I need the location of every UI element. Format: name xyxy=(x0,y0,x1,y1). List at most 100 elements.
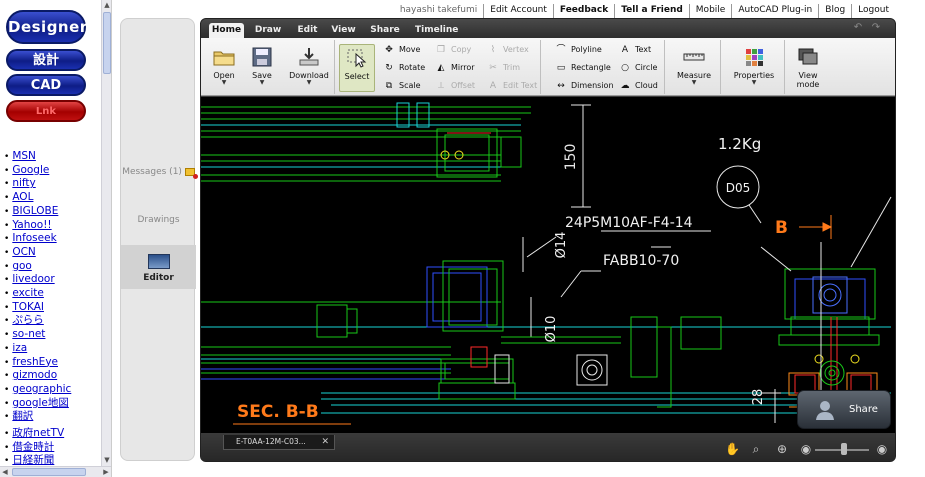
bookmark-link[interactable]: nifty xyxy=(12,177,35,189)
offset-button[interactable]: ⟂ Offset xyxy=(435,79,475,93)
download-button[interactable]: Download ▼ xyxy=(287,44,331,92)
bookmark-list-item: BIGLOBE xyxy=(4,205,100,219)
properties-button[interactable]: Properties ▼ xyxy=(731,44,777,92)
editor-nav-item[interactable]: Editor xyxy=(121,245,196,289)
bookmark-link[interactable]: 借金時計 xyxy=(12,441,54,453)
bookmark-link[interactable]: iza xyxy=(12,342,27,354)
bookmark-link[interactable]: goo xyxy=(12,260,32,272)
bookmark-link[interactable]: 政府netTV xyxy=(12,427,64,439)
text-button[interactable]: A Text xyxy=(619,43,651,57)
vertex-button[interactable]: ⌇ Vertex xyxy=(487,43,529,57)
scroll-up-arrow-icon[interactable]: ▲ xyxy=(102,0,111,10)
trim-button[interactable]: ✂ Trim xyxy=(487,61,520,75)
pan-hand-icon[interactable]: ✋ xyxy=(725,442,740,456)
dimension-150-label: 150 xyxy=(563,144,579,171)
bookmark-link[interactable]: Yahoo!! xyxy=(12,219,51,231)
bookmark-link[interactable]: google地図 xyxy=(12,397,69,409)
undo-icon[interactable]: ↶ xyxy=(853,23,863,33)
rotate-button[interactable]: ↻ Rotate xyxy=(383,61,425,75)
bookmark-link[interactable]: so-net xyxy=(12,328,45,340)
scroll-thumb[interactable] xyxy=(103,12,111,74)
edit-text-button[interactable]: A Edit Text xyxy=(487,79,537,93)
bookmark-link[interactable]: Google xyxy=(12,164,49,176)
tab-share[interactable]: Share xyxy=(369,23,401,38)
left-frame-horizontal-scrollbar[interactable]: ◀ ▶ xyxy=(0,466,111,477)
bookmark-list-item: AOL xyxy=(4,191,100,205)
bookmark-link[interactable]: ぷらら xyxy=(12,314,44,326)
select-button[interactable]: Select xyxy=(339,44,375,92)
bookmark-link[interactable]: AOL xyxy=(12,191,33,203)
bookmark-list-item: freshEye xyxy=(4,356,100,370)
mirror-button[interactable]: ◭ Mirror xyxy=(435,61,475,75)
section-b-label: B xyxy=(775,218,788,238)
move-button[interactable]: ✥ Move xyxy=(383,43,420,57)
trim-label: Trim xyxy=(503,63,521,72)
autocad-plugin-link[interactable]: AutoCAD Plug-in xyxy=(731,4,818,18)
copy-icon: ❐ xyxy=(436,44,446,55)
zoom-out-knob-icon[interactable]: ◉ xyxy=(799,442,813,456)
scroll-left-arrow-icon[interactable]: ◀ xyxy=(0,467,10,477)
bookmark-link[interactable]: OCN xyxy=(12,246,35,258)
zoom-window-icon[interactable]: ⌕ xyxy=(749,442,763,456)
redo-icon[interactable]: ↷ xyxy=(871,23,881,33)
cloud-button[interactable]: ☁ Cloud xyxy=(619,79,658,93)
polyline-button[interactable]: ⌒ Polyline xyxy=(555,43,602,57)
bookmark-link[interactable]: Infoseek xyxy=(12,232,56,244)
open-button[interactable]: Open ▼ xyxy=(207,44,241,92)
left-frame-vertical-scrollbar[interactable]: ▲ ▼ xyxy=(101,0,111,466)
tell-a-friend-link[interactable]: Tell a Friend xyxy=(614,4,689,18)
bookmark-list-item: so-net xyxy=(4,328,100,342)
dimension-button[interactable]: ↔ Dimension xyxy=(555,79,613,93)
download-dropdown-icon: ▼ xyxy=(306,79,312,86)
bookmark-link[interactable]: MSN xyxy=(12,150,36,162)
mobile-link[interactable]: Mobile xyxy=(688,4,732,18)
copy-button[interactable]: ❐ Copy xyxy=(435,43,471,57)
zoom-slider-thumb[interactable] xyxy=(841,443,847,455)
zoom-in-knob-icon[interactable]: ◉ xyxy=(875,442,889,456)
tab-view[interactable]: View xyxy=(331,23,356,38)
tab-edit[interactable]: Edit xyxy=(295,23,320,38)
blog-link[interactable]: Blog xyxy=(818,4,851,18)
circle-button[interactable]: ○ Circle xyxy=(619,61,657,75)
edit-account-link[interactable]: Edit Account xyxy=(483,4,553,18)
drawing-canvas[interactable]: 150 1.2Kg D05 24P5M10AF-F4-14 FABB10-70 … xyxy=(201,97,895,433)
scale-button[interactable]: ⧉ Scale xyxy=(383,79,421,93)
tab-home[interactable]: Home xyxy=(209,23,244,38)
cad-button[interactable]: CAD xyxy=(6,74,86,96)
red-pill-button[interactable]: Lnk xyxy=(6,100,86,122)
logout-link[interactable]: Logout xyxy=(851,4,895,18)
select-label: Select xyxy=(344,72,370,81)
scroll-down-arrow-icon[interactable]: ▼ xyxy=(102,455,111,465)
feedback-link[interactable]: Feedback xyxy=(552,4,614,18)
rectangle-button[interactable]: ▭ Rectangle xyxy=(555,61,611,75)
properties-grid-icon xyxy=(746,49,763,66)
bookmark-link[interactable]: TOKAI xyxy=(12,301,44,313)
polyline-label: Polyline xyxy=(571,45,602,54)
tab-draw[interactable]: Draw xyxy=(253,23,283,38)
bookmark-link[interactable]: geographic xyxy=(12,383,71,395)
drawings-nav-item[interactable]: Drawings xyxy=(121,215,196,225)
bookmark-list-item: excite xyxy=(4,287,100,301)
open-file-tab[interactable]: E-T0AA-12M-C03... ✕ xyxy=(223,435,335,450)
circle-icon: ○ xyxy=(621,62,629,73)
tab-timeline[interactable]: Timeline xyxy=(415,23,458,38)
measure-button[interactable]: Measure ▼ xyxy=(675,44,713,92)
bookmark-link[interactable]: BIGLOBE xyxy=(12,205,58,217)
text-icon: A xyxy=(621,44,629,55)
save-button[interactable]: Save ▼ xyxy=(245,44,279,92)
bookmark-link[interactable]: 日経新聞 xyxy=(12,454,54,466)
sekkei-button[interactable]: 設計 xyxy=(6,49,86,71)
zoom-in-icon[interactable]: ⊕ xyxy=(775,442,789,456)
bookmark-link[interactable]: excite xyxy=(12,287,44,299)
designer-logo-button[interactable]: Designer xyxy=(6,10,87,44)
scroll-right-arrow-icon[interactable]: ▶ xyxy=(101,467,111,477)
messages-nav-item[interactable]: Messages (1) xyxy=(121,167,198,179)
hscroll-thumb[interactable] xyxy=(12,468,86,476)
bookmark-link[interactable]: livedoor xyxy=(12,273,54,285)
view-mode-button[interactable]: View mode xyxy=(789,44,827,92)
bookmark-link[interactable]: 翻訳 xyxy=(12,410,33,422)
close-tab-icon[interactable]: ✕ xyxy=(321,435,329,449)
share-button[interactable]: Share xyxy=(797,390,891,429)
bookmark-link[interactable]: freshEye xyxy=(12,356,58,368)
bookmark-link[interactable]: gizmodo xyxy=(12,369,57,381)
